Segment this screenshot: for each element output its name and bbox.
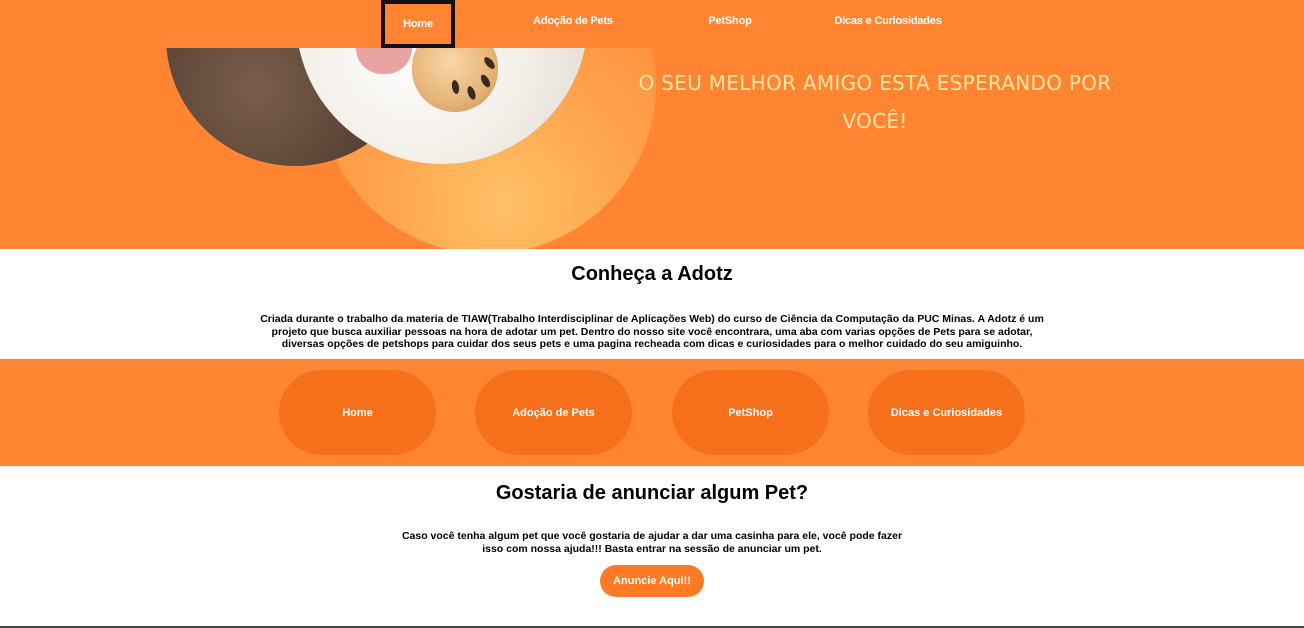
paw-claw xyxy=(465,85,478,101)
paw-claw xyxy=(450,79,461,95)
paw-claw xyxy=(478,73,493,89)
quicknav-home-button[interactable]: Home xyxy=(279,370,436,455)
paw-claw xyxy=(482,55,497,71)
about-description: Criada durante o trabalho da materia de … xyxy=(260,313,1044,350)
nav-adoption-link[interactable]: Adoção de Pets xyxy=(520,0,626,42)
announce-button[interactable]: Anuncie Aqui!! xyxy=(600,565,704,597)
top-navigation: Home Adoção de Pets PetShop Dicas e Curi… xyxy=(0,0,1304,48)
nav-petshop-link[interactable]: PetShop xyxy=(696,0,764,42)
announce-title: Gostaria de anunciar algum Pet? xyxy=(495,482,809,504)
quicknav-adoption-button[interactable]: Adoção de Pets xyxy=(475,370,632,455)
announce-description: Caso você tenha algum pet que você gosta… xyxy=(401,530,903,555)
quicknav-petshop-button[interactable]: PetShop xyxy=(672,370,829,455)
hero-title: O SEU MELHOR AMIGO ESTA ESPERANDO POR VO… xyxy=(638,71,1112,133)
nav-home-link[interactable]: Home xyxy=(381,0,455,48)
quick-navigation: Home Adoção de Pets PetShop Dicas e Curi… xyxy=(0,359,1304,466)
quicknav-tips-button[interactable]: Dicas e Curiosidades xyxy=(868,370,1025,455)
about-title: Conheça a Adotz xyxy=(571,263,733,285)
nav-tips-link[interactable]: Dicas e Curiosidades xyxy=(830,0,946,42)
